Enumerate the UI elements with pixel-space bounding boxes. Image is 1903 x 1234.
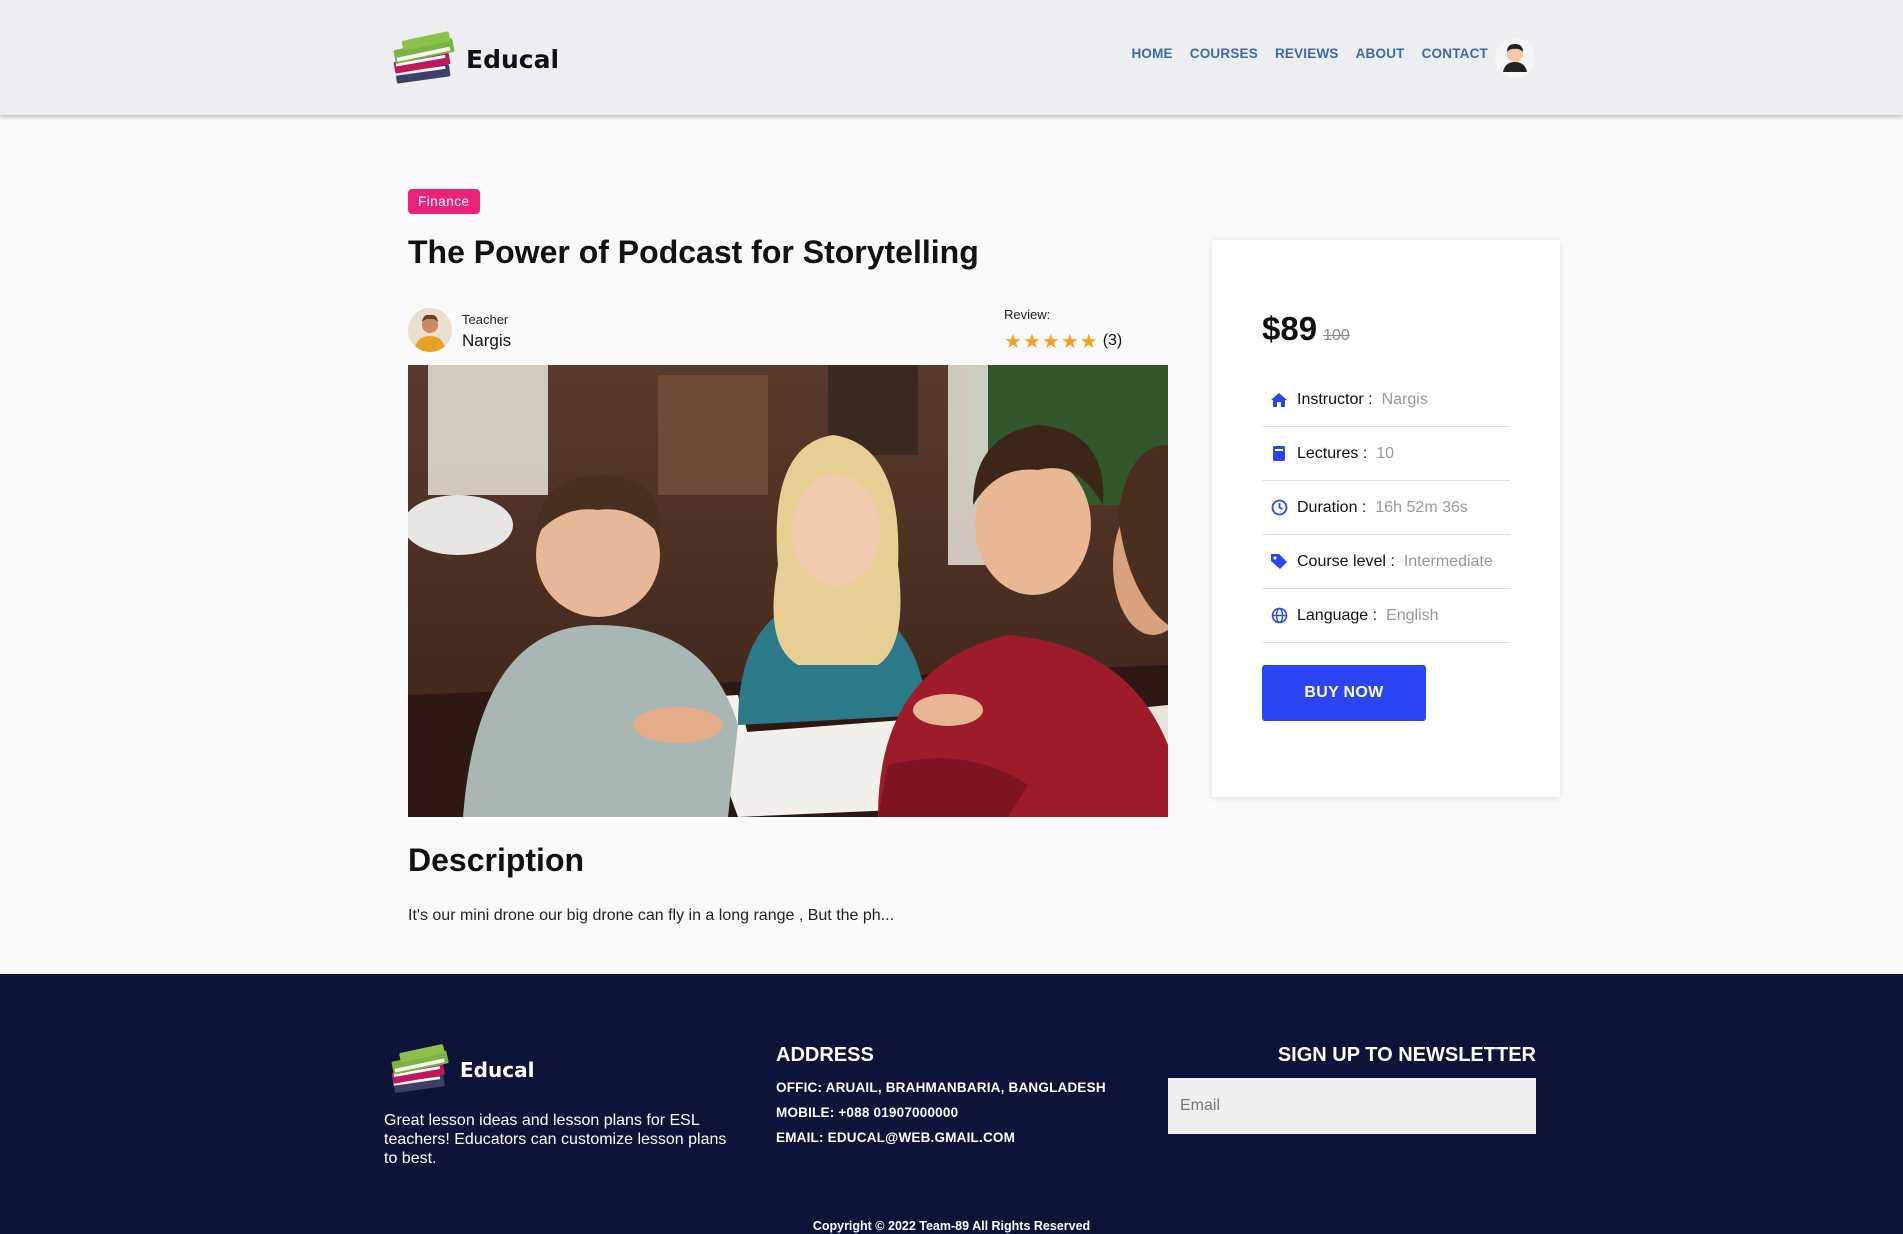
- nav-contact[interactable]: CONTACT: [1422, 46, 1488, 61]
- teacher-avatar: [408, 308, 452, 352]
- info-key: Course level :: [1297, 552, 1395, 570]
- review-count: (3): [1102, 332, 1123, 349]
- footer-brand-logo[interactable]: Educal: [388, 1041, 534, 1099]
- tag-icon: [1270, 553, 1288, 571]
- address-heading: ADDRESS: [776, 1044, 874, 1066]
- star-icon: ★: [1060, 329, 1079, 353]
- course-info-card: $89 100 Instructor : Nargis Lectures : 1…: [1212, 240, 1560, 797]
- footer-about-text: Great lesson ideas and lesson plans for …: [384, 1112, 727, 1167]
- category-badge[interactable]: Finance: [408, 189, 480, 214]
- teacher-name[interactable]: Nargis: [462, 331, 511, 351]
- star-icon: ★: [1004, 329, 1022, 353]
- course-info-list: Instructor : Nargis Lectures : 10 Durati…: [1262, 373, 1510, 643]
- newsletter-heading: SIGN UP TO NEWSLETTER: [1277, 1044, 1536, 1066]
- description-heading: Description: [408, 842, 585, 878]
- rating-stars: ★ ★ ★ ★ ★ (3): [1004, 331, 1122, 351]
- newsletter-email-input[interactable]: [1168, 1078, 1536, 1134]
- old-price: 100: [1323, 327, 1350, 344]
- books-logo-icon: [393, 31, 455, 84]
- user-avatar-icon: [1503, 44, 1527, 72]
- clock-icon: [1270, 499, 1288, 517]
- description-text: It's our mini drone our big drone can fl…: [408, 907, 895, 924]
- course-hero-image: [408, 365, 1168, 817]
- site-header: Educal HOME COURSES REVIEWS ABOUT CONTAC…: [0, 0, 1903, 115]
- office-address: OFFIC: ARUAIL, BRAHMANBARIA, BANGLADESH: [776, 1080, 1106, 1095]
- price-block: $89 100: [1262, 310, 1350, 348]
- site-footer: Educal Great lesson ideas and lesson pla…: [0, 974, 1903, 1234]
- info-value: English: [1386, 606, 1439, 624]
- info-key: Lectures :: [1297, 444, 1368, 462]
- course-title: The Power of Podcast for Storytelling: [408, 234, 979, 270]
- info-value: Intermediate: [1403, 552, 1493, 570]
- current-price: $89: [1262, 310, 1318, 347]
- info-value: 16h 52m 36s: [1375, 498, 1468, 516]
- info-row-language: Language : English: [1262, 589, 1510, 643]
- teacher-label: Teacher: [462, 312, 509, 327]
- info-row-instructor: Instructor : Nargis: [1262, 373, 1510, 427]
- star-icon: ★: [1041, 329, 1060, 353]
- brand-logo[interactable]: Educal: [390, 28, 559, 90]
- contact-email: EMAIL: EDUCAL@WEB.GMAIL.COM: [776, 1130, 1016, 1145]
- info-key: Duration :: [1297, 498, 1367, 516]
- book-icon: [1270, 445, 1288, 463]
- star-icon: ★: [1079, 329, 1098, 353]
- nav-about[interactable]: ABOUT: [1356, 46, 1405, 61]
- teacher-portrait-icon: [408, 308, 452, 352]
- info-key: Instructor :: [1297, 390, 1373, 408]
- star-icon: ★: [1022, 329, 1041, 353]
- nav-courses[interactable]: COURSES: [1190, 46, 1258, 61]
- info-key: Language :: [1297, 606, 1378, 624]
- buy-now-button[interactable]: BUY NOW: [1262, 665, 1426, 721]
- info-row-lectures: Lectures : 10: [1262, 427, 1510, 481]
- brand-name: Educal: [466, 44, 560, 74]
- copyright-text: Copyright © 2022 Team-89 All Rights Rese…: [812, 1219, 1091, 1233]
- nav-home[interactable]: HOME: [1131, 46, 1172, 61]
- info-value: 10: [1376, 444, 1395, 462]
- review-label: Review:: [1004, 307, 1051, 322]
- globe-icon: [1270, 607, 1288, 625]
- home-icon: [1270, 391, 1288, 409]
- user-avatar[interactable]: [1495, 38, 1535, 78]
- students-study-photo: [408, 365, 1168, 817]
- footer-brand-name: Educal: [460, 1058, 535, 1082]
- info-row-duration: Duration : 16h 52m 36s: [1262, 481, 1510, 535]
- books-logo-icon: [391, 1044, 449, 1093]
- mobile-number: MOBILE: +088 01907000000: [776, 1105, 959, 1120]
- info-value: Nargis: [1381, 390, 1428, 408]
- main-nav: HOME COURSES REVIEWS ABOUT CONTACT: [1131, 46, 1488, 61]
- nav-reviews[interactable]: REVIEWS: [1275, 46, 1339, 61]
- info-row-course-level: Course level : Intermediate: [1262, 535, 1510, 589]
